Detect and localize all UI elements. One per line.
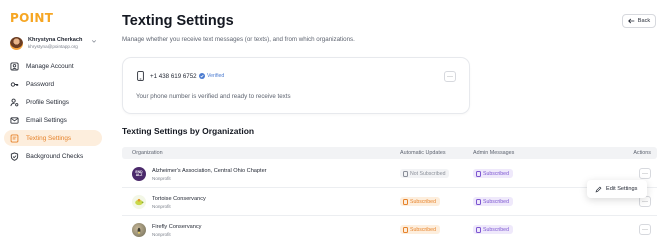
phone-status-message: Your phone number is verified and ready … [136,93,291,100]
automatic-updates-toggle[interactable]: Subscribed [400,225,440,234]
phone-more-button[interactable]: ··· [444,71,456,82]
sidebar-item-manage-account[interactable]: Manage Account [4,58,102,74]
user-square-icon [10,61,19,71]
verified-label: Verified [207,73,225,79]
sidebar-item-label: Profile Settings [26,98,69,106]
org-logo: END ALZ [132,167,146,181]
mail-icon [10,116,19,125]
bell-icon [403,170,408,177]
message-icon [10,133,19,143]
avatar [10,37,23,50]
page-subtitle: Manage whether you receive text messages… [122,36,355,43]
check-circle-icon [199,73,205,79]
bell-icon [476,226,481,233]
sidebar-item-texting-settings[interactable]: Texting Settings [4,130,102,146]
user-email: khrystyna@pointapp.org [28,44,78,49]
sidebar-item-background-checks[interactable]: Background Checks [4,148,102,164]
row-more-button[interactable]: ··· [639,168,651,179]
org-name: Firefly Conservancy [152,224,202,230]
point-logo[interactable]: POINT [10,11,53,25]
bell-icon [476,198,481,205]
org-logo [132,223,146,237]
column-header-automatic-updates: Automatic Updates [400,150,446,156]
sidebar-item-label: Password [26,80,55,88]
tortoise-logo-icon [135,198,144,206]
admin-messages-toggle[interactable]: Subscribed [473,225,513,234]
sidebar-item-label: Texting Settings [26,134,72,142]
sidebar-item-password[interactable]: Password [4,76,102,92]
bell-icon [476,170,481,177]
page-title: Texting Settings [122,13,234,29]
user-name: Khrystyna Cherkach [28,37,83,43]
org-type: Nonprofit [152,232,171,237]
table-header: Organization Automatic Updates Admin Mes… [122,147,657,159]
sidebar-item-label: Background Checks [26,152,84,160]
phone-card: +1 438 619 6752 Verified ··· Your phone … [122,57,470,114]
admin-messages-toggle[interactable]: Subscribed [473,197,513,206]
org-name: Tortoise Conservancy [152,196,206,202]
phone-icon [137,71,144,81]
column-header-organization: Organization [132,150,163,156]
admin-messages-toggle[interactable]: Subscribed [473,169,513,178]
shield-check-icon [10,151,19,161]
verified-badge: Verified [199,73,224,79]
user-menu[interactable]: Khrystyna Cherkach khrystyna@pointapp.or… [10,36,102,54]
key-icon [10,80,19,89]
org-logo [132,195,146,209]
back-button[interactable]: Back [622,14,656,28]
automatic-updates-toggle[interactable]: Subscribed [400,197,440,206]
bell-icon [403,226,408,233]
edit-settings-option[interactable]: Edit Settings [606,186,637,192]
org-type: Nonprofit [152,176,171,181]
phone-number: +1 438 619 6752 [150,73,197,80]
arrow-left-icon [627,18,635,24]
org-type: Nonprofit [152,204,171,209]
sidebar-item-email-settings[interactable]: Email Settings [4,112,102,128]
section-title: Texting Settings by Organization [122,126,255,136]
org-name: Alzheimer's Association, Central Ohio Ch… [152,168,267,174]
pencil-icon [595,186,602,192]
automatic-updates-toggle[interactable]: Not Subscribed [400,169,450,178]
sidebar-item-label: Email Settings [26,116,67,124]
table-row: END ALZ Alzheimer's Association, Central… [122,160,657,188]
chevron-down-icon [91,40,97,43]
main-content: Texting Settings Manage whether you rece… [108,0,670,243]
sidebar-item-label: Manage Account [26,62,74,70]
bell-icon [403,198,408,205]
firefly-logo-icon [137,227,141,234]
user-settings-icon [10,98,19,107]
sidebar-item-profile-settings[interactable]: Profile Settings [4,94,102,110]
column-header-actions: Actions [633,150,651,156]
column-header-admin-messages: Admin Messages [473,150,515,156]
row-more-button[interactable]: ··· [639,224,651,235]
sidebar: POINT Khrystyna Cherkach khrystyna@point… [0,0,108,243]
sidebar-nav: Manage Account Password Profile Settings… [4,58,102,166]
table-row: Firefly Conservancy Nonprofit Subscribed… [122,216,657,243]
row-actions-dropdown[interactable]: Edit Settings [587,180,647,198]
table-row: Tortoise Conservancy Nonprofit Subscribe… [122,188,657,216]
back-button-label: Back [637,18,651,24]
